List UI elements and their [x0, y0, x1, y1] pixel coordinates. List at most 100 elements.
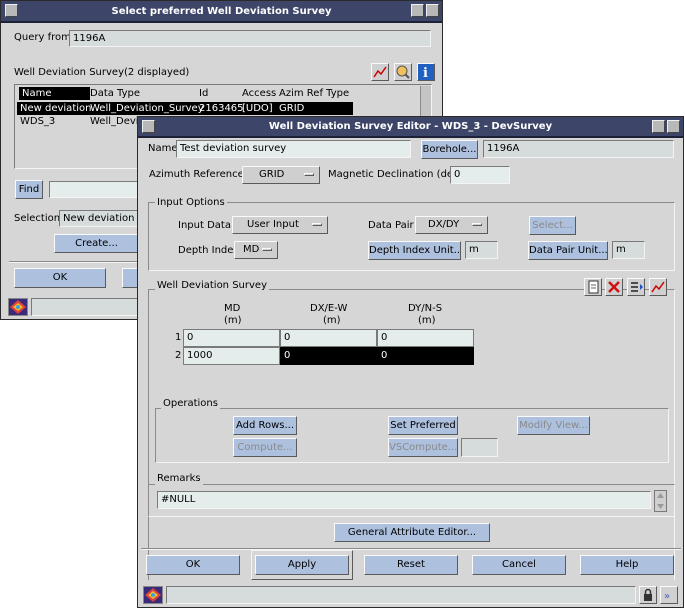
editor-status-bar — [166, 586, 636, 604]
svg-text:»: » — [664, 591, 670, 602]
create-button[interactable]: Create... — [54, 234, 139, 253]
modify-view-button[interactable]: Modify View... — [517, 416, 590, 435]
list-row-selected[interactable]: New deviation Well_Deviation_Survey 2163… — [17, 102, 353, 115]
remarks-input[interactable]: #NULL — [157, 491, 651, 509]
survey-editor-window: Well Deviation Survey Editor - WDS_3 - D… — [137, 116, 684, 608]
table-cell-dy[interactable]: 0 — [377, 347, 474, 365]
selection-field[interactable]: New deviation - — [59, 210, 139, 227]
delete-icon[interactable] — [605, 278, 623, 296]
name-label: Name — [148, 143, 178, 154]
survey-list-title: Well Deviation Survey(2 displayed) — [14, 67, 190, 78]
vs-compute-field[interactable] — [461, 438, 498, 457]
option-menu-indicator-icon — [262, 248, 272, 251]
select-dialog-title: Select preferred Well Deviation Survey — [111, 6, 332, 17]
list-header: Name Data Type Id Access Azim Ref Type — [17, 87, 417, 100]
minimize-button[interactable] — [652, 120, 665, 133]
list-item-name: WDS_3 — [20, 116, 56, 127]
depth-index-select[interactable]: MD — [234, 241, 278, 259]
borehole-button[interactable]: Borehole... — [421, 140, 478, 159]
list-item-access: [UDO] — [242, 103, 273, 114]
find-button[interactable]: Find — [15, 180, 43, 199]
help-button[interactable]: Help — [580, 555, 674, 575]
remarks-title: Remarks — [155, 473, 203, 485]
borehole-field[interactable]: 1196A — [483, 140, 674, 158]
input-data-label: Input Data — [178, 220, 231, 231]
remarks-scroll-arrows[interactable] — [654, 490, 667, 512]
col-dy-unit: (m) — [418, 315, 436, 326]
compute-button[interactable]: Compute... — [233, 438, 297, 457]
select-button[interactable]: Select... — [529, 216, 576, 235]
data-pair-select[interactable]: DX/DY — [415, 216, 488, 234]
new-document-icon[interactable] — [584, 278, 602, 296]
operations-title: Operations — [161, 398, 220, 410]
input-data-select[interactable]: User Input — [232, 216, 328, 234]
app-logo — [8, 298, 28, 316]
list-col-id: Id — [199, 88, 209, 99]
apply-button[interactable]: Apply — [255, 555, 349, 575]
reset-button[interactable]: Reset — [364, 555, 458, 575]
editor-titlebar[interactable]: Well Deviation Survey Editor - WDS_3 - D… — [138, 117, 683, 138]
azimuth-reference-select[interactable]: GRID — [242, 166, 320, 184]
cancel-button[interactable]: Cancel — [472, 555, 566, 575]
row-index: 2 — [175, 350, 182, 361]
magnetic-declination-label: Magnetic Declination (deg) — [328, 169, 464, 180]
set-preferred-button[interactable]: Set Preferred — [388, 416, 458, 435]
row-index: 1 — [175, 332, 182, 343]
select-ok-button[interactable]: OK — [14, 268, 106, 288]
data-pair-unit-field[interactable]: m — [612, 241, 645, 259]
app-logo — [143, 586, 163, 604]
chart-tool-icon[interactable] — [649, 278, 667, 296]
magnetic-declination-input[interactable]: 0 — [450, 166, 510, 184]
depth-index-unit-field[interactable]: m — [465, 241, 498, 259]
maximize-button[interactable] — [667, 120, 680, 133]
data-pair-unit-button[interactable]: Data Pair Unit... — [528, 241, 608, 260]
vs-compute-button[interactable]: VSCompute... — [388, 438, 458, 457]
list-item-type: Well_Deviation_Survey — [90, 103, 204, 114]
list-item-azim: GRID — [279, 103, 305, 114]
search-record-icon[interactable] — [394, 63, 412, 81]
azimuth-reference-value: GRID — [259, 169, 285, 180]
azimuth-reference-label: Azimuth Reference — [149, 169, 244, 180]
editor-separator — [141, 548, 681, 550]
general-attribute-editor-button[interactable]: General Attribute Editor... — [334, 523, 490, 542]
lock-icon[interactable] — [639, 586, 657, 604]
list-col-name: Name — [19, 87, 90, 100]
query-from-field[interactable]: 1196A — [69, 30, 431, 47]
list-col-datatype: Data Type — [90, 88, 141, 99]
find-input[interactable] — [49, 181, 139, 198]
list-item-id: 2163465 — [199, 103, 244, 114]
depth-index-value: MD — [243, 244, 260, 255]
list-item-name: New deviation — [20, 103, 92, 114]
maximize-button[interactable] — [426, 4, 439, 17]
window-menu-button[interactable] — [142, 120, 155, 133]
minimize-button[interactable] — [411, 4, 424, 17]
window-menu-button[interactable] — [5, 4, 18, 17]
col-md-unit: (m) — [224, 315, 242, 326]
depth-index-label: Depth Index — [178, 245, 240, 256]
chart-tool-icon[interactable] — [371, 63, 389, 81]
expand-arrows-icon[interactable]: » — [660, 586, 678, 604]
ok-button[interactable]: OK — [146, 555, 240, 575]
input-data-value: User Input — [247, 219, 299, 230]
table-cell-dx[interactable]: 0 — [280, 329, 377, 347]
table-cell-md[interactable]: 1000 — [183, 347, 280, 365]
depth-index-unit-button[interactable]: Depth Index Unit... — [368, 241, 461, 260]
list-col-azim: Azim Ref Type — [279, 88, 350, 99]
name-input[interactable]: Test deviation survey — [176, 140, 411, 158]
selection-label: Selection — [14, 213, 61, 224]
input-options-title: Input Options — [155, 197, 227, 209]
select-dialog-titlebar[interactable]: Select preferred Well Deviation Survey — [1, 1, 442, 23]
select-dialog-separator — [9, 261, 139, 263]
add-rows-button[interactable]: Add Rows... — [233, 416, 297, 435]
table-cell-md[interactable]: 0 — [183, 329, 280, 347]
info-icon[interactable]: i — [417, 63, 435, 81]
data-pair-label: Data Pair — [368, 220, 414, 231]
table-cell-dy[interactable]: 0 — [377, 329, 474, 347]
list-col-access: Access — [242, 88, 277, 99]
survey-table-title: Well Deviation Survey — [155, 280, 269, 292]
option-menu-indicator-icon — [304, 173, 314, 176]
table-cell-dx[interactable]: 0 — [280, 347, 377, 365]
input-options-group — [148, 202, 675, 271]
list-view-icon[interactable] — [627, 278, 645, 296]
col-dx-unit: (m) — [323, 315, 341, 326]
